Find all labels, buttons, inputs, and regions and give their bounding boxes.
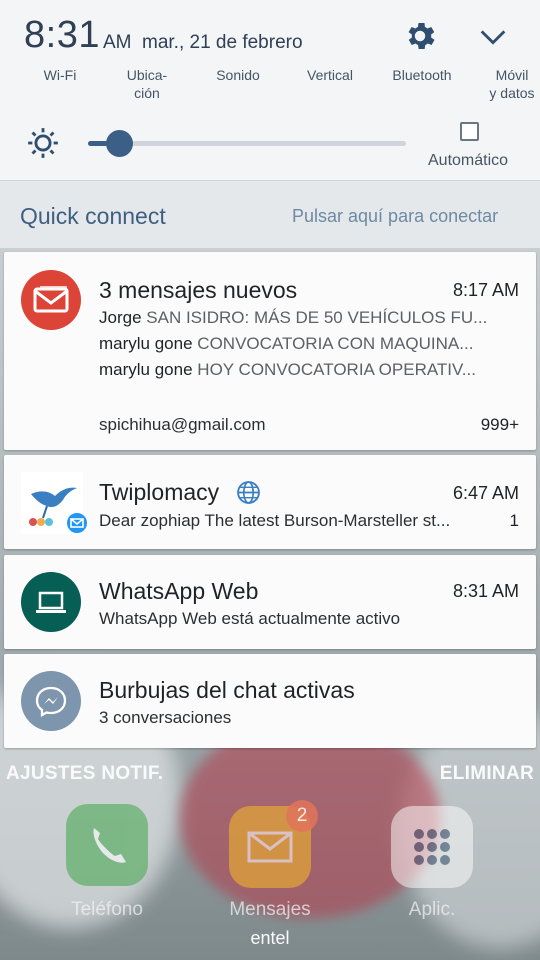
messages-unread-badge: 2: [286, 800, 318, 832]
toggle-rotation-label[interactable]: Vertical: [299, 66, 361, 84]
chevron-down-icon[interactable]: [476, 20, 510, 54]
brightness-slider-handle[interactable]: [106, 130, 134, 157]
auto-brightness-label[interactable]: Automático: [428, 152, 508, 170]
messenger-icon: [21, 671, 81, 731]
clock-time: 8:31: [24, 14, 100, 56]
notification-title: 3 mensajes nuevos: [99, 277, 298, 303]
brightness-sun-icon: [28, 128, 58, 158]
quick-panel: 8:31 AM mar., 21 de febrero Wi-Fi Ubica-…: [0, 0, 540, 180]
gmail-account: spichihua@gmail.com: [99, 415, 266, 434]
notification-title: Burbujas del chat activas: [99, 677, 355, 703]
email-subject: CONVOCATORIA CON MAQUINA...: [197, 334, 474, 353]
notification-text: WhatsApp Web está actualmente activo: [99, 609, 401, 628]
notification-text: 3 conversaciones: [99, 708, 232, 727]
gmail-icon: [21, 270, 81, 330]
notification-time: 6:47 AM: [452, 483, 519, 503]
toggle-mobile-data-label[interactable]: Móvil y datos: [482, 66, 540, 102]
email-subject: HOY CONVOCATORIA OPERATIV...: [197, 360, 476, 379]
carrier-name: entel: [250, 928, 290, 948]
email-line: Jorge SAN ISIDRO: MÁS DE 50 VEHÍCULOS FU…: [99, 308, 524, 328]
laptop-icon: [21, 572, 81, 632]
email-line: marylu gone CONVOCATORIA CON MAQUINA...: [99, 334, 524, 354]
notification-time: 8:31 AM: [452, 581, 519, 601]
mail-badge-icon: [65, 511, 89, 535]
quick-connect-bar[interactable]: Quick connect Pulsar aquí para conectar: [0, 180, 540, 248]
settings-gear-icon[interactable]: [402, 18, 438, 54]
email-sender: Jorge: [99, 308, 142, 327]
notification-whatsapp-web[interactable]: WhatsApp Web 8:31 AM WhatsApp Web está a…: [4, 555, 536, 649]
phone-app-icon[interactable]: [66, 804, 148, 886]
globe-icon: [237, 481, 260, 504]
status-date[interactable]: mar., 21 de febrero: [142, 32, 303, 54]
quick-connect-action[interactable]: Pulsar aquí para conectar: [292, 206, 498, 227]
email-sender: marylu gone: [99, 334, 193, 353]
messages-app-label: Mensajes: [229, 899, 311, 920]
brightness-slider-track[interactable]: [88, 141, 406, 146]
apps-grid-icon[interactable]: [391, 806, 473, 888]
quick-connect-title: Quick connect: [20, 203, 166, 229]
gmail-unread-count: 999+: [480, 415, 519, 434]
apps-label: Aplic.: [408, 899, 456, 920]
notification-title: WhatsApp Web: [99, 578, 259, 604]
notification-gmail[interactable]: 3 mensajes nuevos 8:17 AM Jorge SAN ISID…: [4, 252, 536, 450]
notification-twiplomacy[interactable]: Twiplomacy 6:47 AM Dear zophiap The late…: [4, 455, 536, 549]
toggle-bluetooth-label[interactable]: Bluetooth: [385, 66, 459, 84]
email-subject: SAN ISIDRO: MÁS DE 50 VEHÍCULOS FU...: [146, 308, 488, 327]
notification-text: Dear zophiap The latest Burson-Marstelle…: [99, 511, 451, 530]
toggle-wifi-label[interactable]: Wi-Fi: [40, 66, 80, 84]
notification-chat-heads[interactable]: Burbujas del chat activas 3 conversacion…: [4, 654, 536, 748]
phone-app-label: Teléfono: [71, 899, 143, 920]
clock-ampm: AM: [103, 32, 132, 53]
toggle-location-label[interactable]: Ubica- ción: [118, 66, 176, 102]
notification-count: 1: [509, 511, 519, 530]
toggle-sound-label[interactable]: Sonido: [208, 66, 268, 84]
email-sender: marylu gone: [99, 360, 193, 379]
clear-notifications-button[interactable]: ELIMINAR: [440, 763, 534, 785]
notification-title: Twiplomacy: [99, 479, 220, 505]
auto-brightness-checkbox[interactable]: [460, 122, 479, 141]
email-line: marylu gone HOY CONVOCATORIA OPERATIV...: [99, 360, 524, 380]
notification-settings-button[interactable]: AJUSTES NOTIF.: [6, 763, 163, 785]
notification-time: 8:17 AM: [452, 280, 519, 300]
